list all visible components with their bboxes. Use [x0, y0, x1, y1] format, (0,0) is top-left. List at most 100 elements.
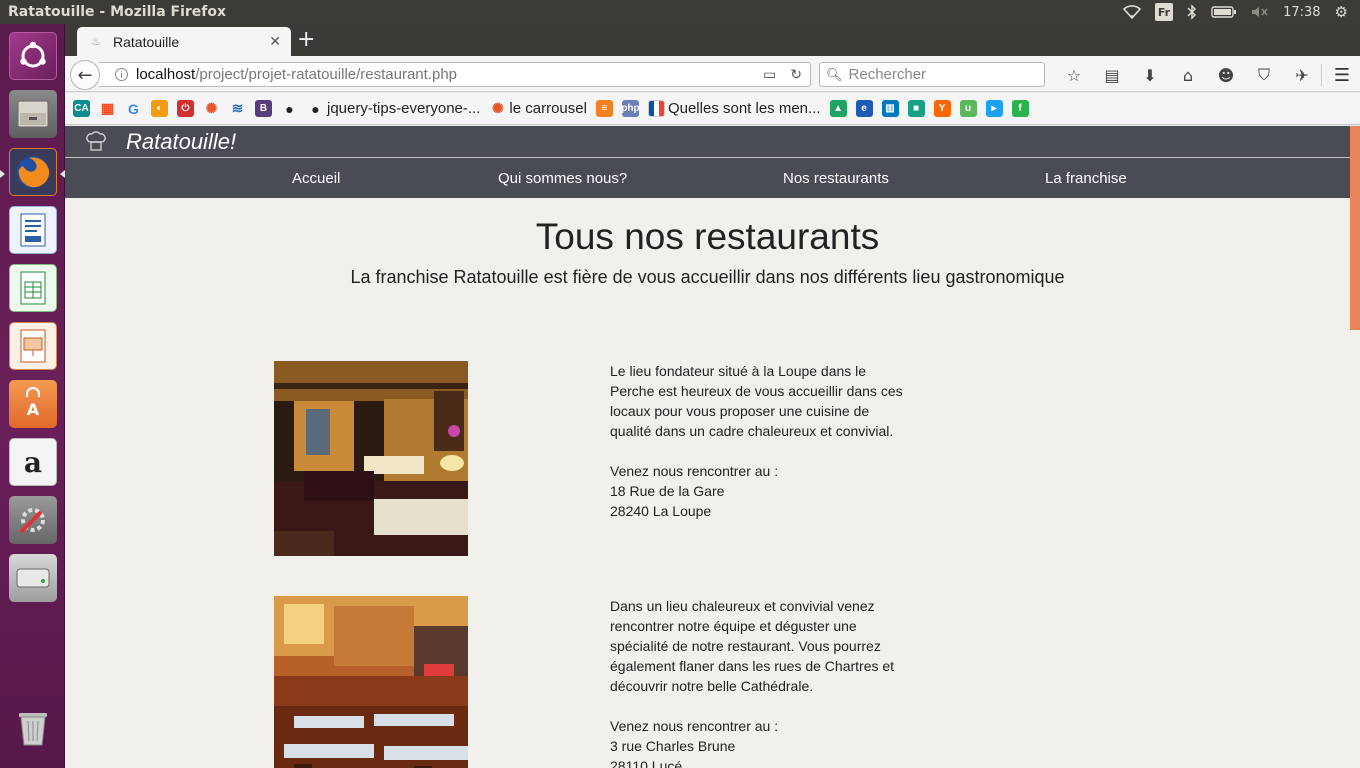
home-icon[interactable]: ⌂ — [1169, 64, 1207, 86]
ubuntu-logo-icon — [9, 32, 57, 80]
ubuntu-dash-button[interactable] — [7, 30, 59, 82]
chat-icon[interactable]: ☻ — [1207, 64, 1245, 86]
battery-icon[interactable] — [1211, 3, 1237, 21]
firefox-launcher[interactable] — [7, 146, 59, 198]
stack-icon: ≡ — [595, 100, 613, 117]
bookmark-item[interactable]: ▸ — [985, 99, 1003, 119]
y-icon: Y — [933, 100, 951, 117]
clock[interactable]: 17:38 — [1283, 3, 1320, 21]
description-line: découvrir notre belle Cathédrale. — [610, 678, 814, 694]
github-icon: ● — [311, 100, 320, 117]
amazon-icon: a — [9, 438, 57, 486]
bookmark-item[interactable]: ✺ — [203, 99, 220, 119]
back-button[interactable]: ← — [70, 60, 100, 90]
site-name[interactable]: Ratatouille! — [126, 129, 236, 155]
firefox-window: ♨ Ratatouille ✕ + i localhost/project/pr… — [65, 24, 1360, 768]
new-tab-button[interactable]: + — [297, 27, 315, 52]
chef-hat-logo-icon — [85, 130, 107, 152]
nav-link-nos-restaurants[interactable]: Nos restaurants — [783, 170, 889, 187]
impress-icon — [9, 322, 57, 370]
bookmark-item[interactable]: ● jquery-tips-everyone-... — [307, 99, 480, 119]
bookmark-star-icon[interactable]: ☆ — [1055, 64, 1093, 86]
bookmark-label: jquery-tips-everyone-... — [327, 100, 481, 117]
bookmarks-menu-icon[interactable]: ▤ — [1093, 64, 1131, 86]
description-line: qualité dans un cadre chaleureux et conv… — [610, 423, 894, 439]
scrollbar-thumb[interactable] — [1350, 126, 1360, 330]
bookmark-item[interactable]: ◐ — [151, 99, 168, 119]
bookmark-item[interactable]: Quelles sont les men... — [647, 99, 821, 119]
libreoffice-writer-launcher[interactable] — [7, 204, 59, 256]
chef-hat-favicon-icon: ♨ — [91, 35, 101, 48]
keyboard-layout-indicator[interactable]: Fr — [1154, 3, 1174, 21]
bookmark-item[interactable]: f — [1011, 99, 1029, 119]
bookmark-item[interactable]: ▦ — [99, 99, 116, 119]
hamburger-menu-icon[interactable]: ☰ — [1334, 65, 1350, 86]
tab-bar: ♨ Ratatouille ✕ + — [65, 24, 1360, 56]
description-line: locaux pour vous proposer une cuisine de — [610, 403, 870, 419]
bluetooth-icon[interactable] — [1187, 3, 1197, 21]
bookmark-label: Quelles sont les men... — [667, 100, 821, 117]
pocket-icon[interactable]: ⛉ — [1245, 64, 1283, 86]
software-center-launcher[interactable]: A — [7, 378, 59, 430]
bookmark-item[interactable]: ⏻ — [177, 99, 194, 119]
files-launcher[interactable] — [7, 88, 59, 140]
french-flag-icon — [647, 100, 665, 117]
file-cabinet-icon — [9, 90, 57, 138]
launcher: A a — [0, 24, 65, 768]
libreoffice-impress-launcher[interactable] — [7, 320, 59, 372]
settings-gear-icon[interactable]: ⚙ — [1335, 3, 1348, 21]
amazon-launcher[interactable]: a — [7, 436, 59, 488]
search-bar[interactable]: 🔍︎ Rechercher — [819, 62, 1045, 87]
libreoffice-calc-launcher[interactable] — [7, 262, 59, 314]
play-icon: ▸ — [985, 100, 1003, 117]
meet-us-label: Venez nous rencontrer au : — [610, 718, 779, 734]
trello-icon: ▥ — [881, 100, 899, 117]
bookmark-item[interactable]: e — [855, 99, 873, 119]
top-panel: Ratatouille - Mozilla Firefox Fr 17:38 ⚙ — [0, 0, 1360, 24]
bookmark-item[interactable]: B — [255, 99, 272, 119]
tab-ratatouille[interactable]: ♨ Ratatouille ✕ — [77, 27, 291, 56]
nav-link-la-franchise[interactable]: La franchise — [1045, 170, 1127, 187]
bookmark-item[interactable]: ▥ — [881, 99, 899, 119]
back-arrow-icon: ← — [77, 64, 93, 86]
address-city: 28110 Lucé — [610, 758, 683, 768]
bookmark-item[interactable]: ≡ — [595, 99, 613, 119]
description-line: rencontrer notre équipe et déguster une — [610, 618, 857, 634]
downloads-icon[interactable]: ⬇ — [1131, 64, 1169, 86]
bookmark-item[interactable]: ✺ le carrousel — [489, 99, 587, 119]
site-nav: Accueil Qui sommes nous? Nos restaurants… — [65, 157, 1350, 198]
bookmark-item[interactable]: ▲ — [829, 99, 847, 119]
system-settings-launcher[interactable] — [7, 494, 59, 546]
bookmark-item[interactable]: ≋ — [229, 99, 246, 119]
page-subtitle: La franchise Ratatouille est fière de vo… — [350, 267, 1065, 287]
close-tab-icon[interactable]: ✕ — [269, 33, 281, 50]
nav-link-qui-sommes-nous[interactable]: Qui sommes nous? — [498, 170, 627, 187]
bookmark-item[interactable]: php — [621, 99, 640, 119]
wifi-icon[interactable] — [1122, 3, 1141, 21]
reload-icon[interactable]: ↻ — [790, 66, 802, 83]
unlz-icon: u — [959, 100, 977, 117]
bootstrap-icon: B — [255, 100, 272, 117]
bookmark-item[interactable]: u — [959, 99, 977, 119]
drive-icon: ▲ — [829, 100, 847, 117]
url-path: /project/projet-ratatouille/restaurant.p… — [195, 66, 458, 83]
extension-icon[interactable]: ✈ — [1283, 64, 1321, 86]
reader-view-icon[interactable]: ▭ — [763, 66, 776, 83]
disk-launcher[interactable] — [7, 552, 59, 604]
firefox-icon — [9, 148, 57, 196]
trash-launcher[interactable] — [7, 702, 59, 754]
trash-icon — [9, 704, 57, 752]
address-city: 28240 La Loupe — [610, 503, 712, 519]
bookmark-item[interactable]: G — [125, 99, 142, 119]
bookmark-item[interactable]: ● — [281, 99, 298, 119]
site-info-icon[interactable]: i — [115, 68, 128, 81]
page-scrollbar[interactable] — [1350, 126, 1360, 768]
volume-muted-icon[interactable] — [1251, 3, 1269, 21]
system-indicators: Fr 17:38 ⚙ — [1122, 3, 1360, 21]
wrench-gear-icon — [9, 496, 57, 544]
nav-link-accueil[interactable]: Accueil — [292, 170, 340, 187]
bookmark-item[interactable]: Y — [933, 99, 951, 119]
bookmark-item[interactable]: CA — [73, 99, 90, 119]
url-bar[interactable]: i localhost/project/projet-ratatouille/r… — [99, 62, 811, 87]
bookmark-item[interactable]: ■ — [907, 99, 925, 119]
